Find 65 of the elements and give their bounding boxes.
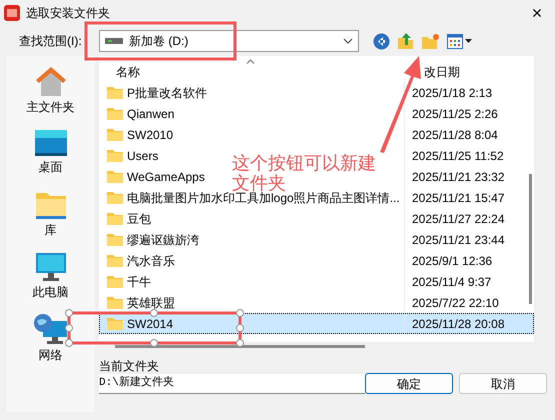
modified-date: 2025/11/21 23:32 — [412, 168, 505, 186]
sidebar-item[interactable]: 网络 — [6, 306, 95, 368]
file-name[interactable]: WeGameApps — [127, 168, 205, 186]
folder-icon — [106, 253, 124, 268]
folder-icon — [106, 190, 124, 205]
sidebar-item[interactable]: 主文件夹 — [6, 58, 95, 120]
column-header[interactable]: 改日期 — [424, 65, 460, 79]
sidebar-item[interactable]: 库 — [6, 182, 95, 244]
modified-date: 2025/11/25 2:26 — [412, 106, 498, 122]
folder-icon — [106, 232, 124, 247]
monitor-icon — [34, 129, 68, 157]
folder-icon — [106, 148, 124, 163]
up-folder-icon[interactable] — [397, 32, 414, 50]
sidebar-item[interactable]: 此电脑 — [6, 244, 95, 306]
file-name[interactable]: 豆包 — [127, 210, 151, 228]
monitor-icon — [34, 252, 66, 282]
modified-date: 2025/11/27 22:24 — [412, 210, 505, 228]
file-name[interactable]: 英雄联盟 — [127, 294, 175, 312]
modified-date: 2025/11/21 15:47 — [412, 190, 505, 206]
sidebar-item[interactable]: 桌面 — [6, 120, 95, 182]
home-icon — [34, 65, 68, 97]
file-name[interactable]: 汽水音乐 — [127, 252, 175, 270]
close-button[interactable]: × — [523, 2, 551, 24]
file-name[interactable]: SW2010 — [127, 126, 174, 144]
current-folder-field[interactable]: D:\新建文件夹 — [99, 374, 365, 394]
modified-date: 2025/7/22 22:10 — [412, 294, 499, 312]
modified-date: 2025/11/4 9:37 — [412, 274, 492, 290]
sort-caret-icon — [246, 59, 255, 64]
file-name[interactable]: P批量改名软件 — [127, 84, 208, 102]
window-title: 选取安装文件夹 — [26, 5, 110, 22]
folder-icon — [106, 295, 124, 310]
current-folder-label: 当前文件夹 — [99, 360, 160, 372]
annotation-note: 这个按钮可以新建文件夹 — [232, 153, 376, 193]
file-name[interactable]: Qianwen — [127, 104, 174, 122]
folder-icon — [106, 316, 124, 331]
drive-icon — [105, 38, 123, 44]
file-name[interactable]: Users — [127, 146, 158, 164]
horizontal-scrollbar[interactable] — [115, 345, 365, 348]
modified-date: 2025/11/21 23:44 — [412, 232, 505, 248]
ok-button[interactable]: 确定 — [365, 373, 453, 394]
modified-date: 2025/11/28 8:04 — [412, 126, 498, 144]
modified-date: 2025/11/28 20:08 — [412, 316, 505, 332]
cancel-button[interactable]: 取消 — [459, 373, 547, 394]
dropdown-caret-icon — [343, 38, 353, 44]
network-icon — [32, 313, 68, 345]
folder-icon — [106, 274, 124, 289]
folder-icon — [106, 85, 124, 100]
app-logo-icon — [4, 5, 20, 21]
view-menu-icon[interactable] — [447, 34, 472, 48]
folder-icon — [106, 127, 124, 142]
file-name[interactable]: 缪遍讴鏃旂洿 — [127, 230, 199, 248]
folder-icon — [106, 106, 124, 121]
modified-date: 2025/9/1 12:36 — [412, 252, 492, 270]
file-name[interactable]: 千牛 — [127, 272, 151, 290]
new-folder-icon[interactable] — [421, 32, 440, 50]
modified-date: 2025/1/18 2:13 — [412, 84, 492, 102]
back-icon[interactable] — [373, 32, 390, 50]
folder-icon — [34, 190, 66, 220]
folder-icon — [106, 169, 124, 184]
look-in-dropdown[interactable]: 新加卷 (D:) — [99, 30, 359, 52]
modified-date: 2025/11/25 11:52 — [412, 148, 504, 164]
vertical-scrollbar[interactable] — [529, 174, 532, 304]
folder-icon — [106, 211, 124, 226]
column-header[interactable]: 名称 — [116, 65, 140, 79]
look-in-label: 查找范围(I): — [19, 33, 83, 50]
